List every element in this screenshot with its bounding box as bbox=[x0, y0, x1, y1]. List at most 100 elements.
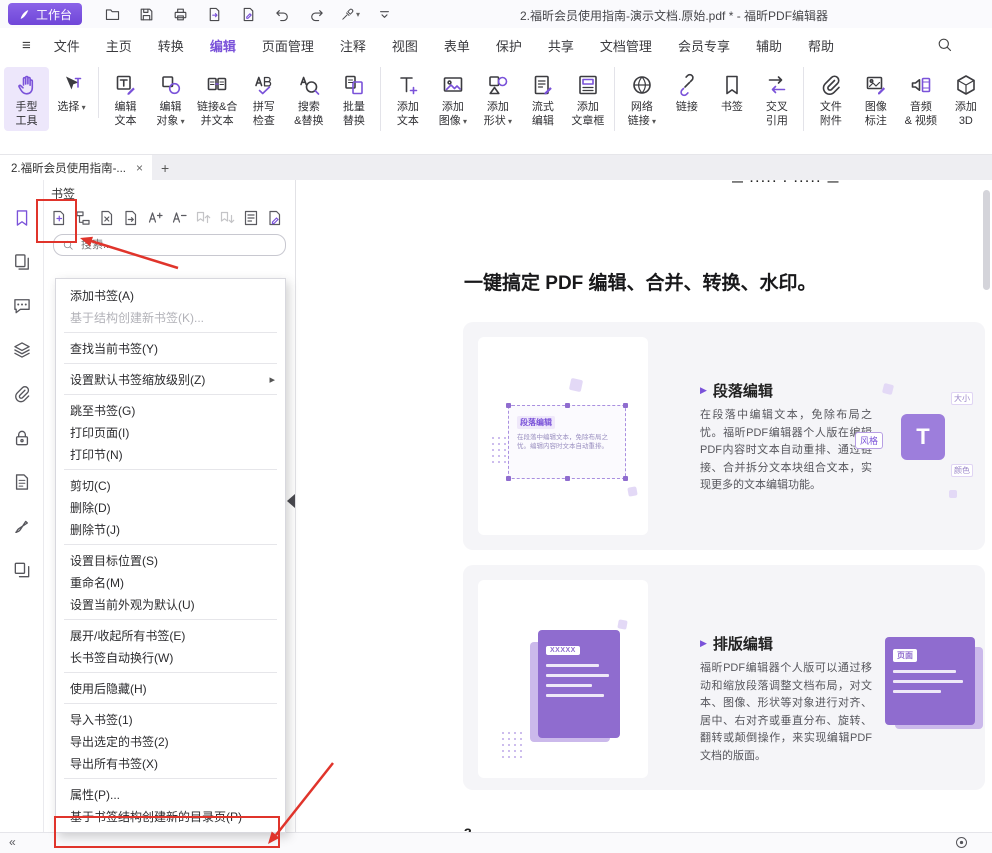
context-menu-item[interactable]: 打印页面(I) bbox=[56, 421, 285, 443]
menu-item[interactable]: 辅助 bbox=[743, 36, 795, 55]
promote-bookmark-icon[interactable] bbox=[194, 209, 212, 227]
menu-item[interactable]: 共享 bbox=[535, 36, 587, 55]
document-shape: XXXXX bbox=[538, 630, 620, 738]
context-menu-item[interactable]: 设置当前外观为默认(U) bbox=[56, 593, 285, 615]
demote-bookmark-icon[interactable] bbox=[218, 209, 236, 227]
file-attachment-button[interactable]: 文件 附件 bbox=[808, 67, 853, 131]
menu-item[interactable]: 页面管理 bbox=[249, 36, 327, 55]
search-icon[interactable] bbox=[936, 36, 954, 54]
open-file-icon[interactable] bbox=[102, 4, 122, 24]
menu-item[interactable]: 转换 bbox=[145, 36, 197, 55]
context-menu-item[interactable]: 属性(P)... bbox=[56, 783, 285, 805]
menu-item[interactable]: 保护 bbox=[483, 36, 535, 55]
print-icon[interactable] bbox=[170, 4, 190, 24]
ribbon-button-icon bbox=[485, 72, 511, 98]
context-menu-item[interactable]: 展开/收起所有书签(E) bbox=[56, 624, 285, 646]
spell-check-button[interactable]: 拼写 检查 bbox=[241, 67, 286, 131]
snapshot-panel-button[interactable] bbox=[12, 560, 32, 580]
context-menu-item[interactable]: 设置默认书签缩放级别(Z) bbox=[56, 368, 285, 390]
hand-tool-button[interactable]: 手型 工具 bbox=[4, 67, 49, 131]
comments-panel-button[interactable] bbox=[12, 296, 32, 316]
articles-panel-button[interactable] bbox=[12, 472, 32, 492]
bookmark-button[interactable]: 书签 bbox=[709, 67, 754, 118]
menu-item[interactable]: 文件 bbox=[41, 36, 93, 55]
square-decoration bbox=[882, 383, 894, 395]
menu-item[interactable]: 帮助 bbox=[795, 36, 847, 55]
workspace-button[interactable]: 工作台 bbox=[8, 3, 82, 25]
feature-card-layout-edit: XXXXX ▶ 排版编辑 福昕PDF编辑器个人版可以通过移动和缩放段落调整文档布… bbox=[463, 565, 985, 790]
context-menu-item[interactable]: 设置目标位置(S) bbox=[56, 549, 285, 571]
add-text-button[interactable]: 添加 文本 bbox=[385, 67, 430, 131]
context-menu-item[interactable]: 跳至书签(G) bbox=[56, 399, 285, 421]
context-menu-item[interactable]: 基于结构创建新书签(K)... bbox=[56, 306, 285, 328]
add-shape-button[interactable]: 添加 形状 bbox=[475, 67, 520, 131]
save-as-icon[interactable] bbox=[238, 4, 258, 24]
format-tool-icon[interactable] bbox=[340, 4, 360, 24]
context-menu-item[interactable]: 剪切(C) bbox=[56, 474, 285, 496]
link-button[interactable]: 链接 bbox=[664, 67, 709, 118]
vertical-scrollbar-thumb[interactable] bbox=[983, 190, 990, 290]
add-article-box-button[interactable]: 添加 文章框 bbox=[565, 67, 615, 131]
context-menu-item[interactable]: 打印节(N) bbox=[56, 443, 285, 465]
edit-object-button[interactable]: 编辑 对象 bbox=[148, 67, 193, 131]
hamburger-menu-icon[interactable]: ≡ bbox=[12, 37, 41, 54]
context-menu-item[interactable]: 删除节(J) bbox=[56, 518, 285, 540]
menu-item[interactable]: 编辑 bbox=[197, 36, 249, 55]
context-menu-item[interactable]: 导入书签(1) bbox=[56, 708, 285, 730]
set-destination-icon[interactable] bbox=[122, 209, 140, 227]
document-tab[interactable]: 2.福昕会员使用指南-... × bbox=[0, 155, 152, 180]
add-image-button[interactable]: 添加 图像 bbox=[430, 67, 475, 131]
bookmark-properties-icon[interactable] bbox=[266, 209, 284, 227]
ribbon-toolbar: 手型 工具 选择 编辑 文本 编辑 对象 链接&合 并文本 拼写 检查 搜索 &… bbox=[0, 62, 992, 155]
context-menu-item[interactable]: 重命名(M) bbox=[56, 571, 285, 593]
menu-item[interactable]: 主页 bbox=[93, 36, 145, 55]
context-menu-item[interactable]: 导出选定的书签(2) bbox=[56, 730, 285, 752]
menu-item[interactable]: 表单 bbox=[431, 36, 483, 55]
context-menu-item[interactable]: 查找当前书签(Y) bbox=[56, 337, 285, 359]
panel-collapse-handle[interactable] bbox=[287, 494, 295, 508]
ribbon-button-icon bbox=[953, 72, 979, 98]
context-menu-item[interactable]: 删除(D) bbox=[56, 496, 285, 518]
select-tool-button[interactable]: 选择 bbox=[49, 67, 99, 118]
bookmarks-panel-button[interactable] bbox=[12, 208, 32, 228]
undo-icon[interactable] bbox=[272, 4, 292, 24]
link-merge-text-button[interactable]: 链接&合 并文本 bbox=[193, 67, 241, 131]
collapse-panel-icon[interactable]: « bbox=[9, 835, 16, 849]
collapse-ribbon-icon[interactable] bbox=[374, 4, 394, 24]
expand-bookmark-icon[interactable] bbox=[146, 209, 164, 227]
menu-item[interactable]: 视图 bbox=[379, 36, 431, 55]
web-link-button[interactable]: 网络 链接 bbox=[619, 67, 664, 131]
new-tab-button[interactable]: + bbox=[152, 155, 178, 180]
batch-replace-button[interactable]: 批量 替换 bbox=[331, 67, 381, 131]
context-menu-item[interactable]: 使用后隐藏(H) bbox=[56, 677, 285, 699]
audio-video-button[interactable]: 音频 & 视频 bbox=[898, 67, 943, 131]
collapse-bookmark-icon[interactable] bbox=[170, 209, 188, 227]
ribbon-button-label: 图像 标注 bbox=[865, 101, 887, 128]
save-icon[interactable] bbox=[136, 4, 156, 24]
image-annotation-button[interactable]: 图像 标注 bbox=[853, 67, 898, 131]
pages-panel-button[interactable] bbox=[12, 252, 32, 272]
context-menu-item[interactable]: 导出所有书签(X) bbox=[56, 752, 285, 774]
signature-panel-button[interactable] bbox=[12, 516, 32, 536]
attachments-panel-button[interactable] bbox=[12, 384, 32, 404]
tab-close-icon[interactable]: × bbox=[136, 161, 143, 175]
add-3d-button[interactable]: 添加 3D bbox=[943, 67, 988, 131]
toc-page-icon[interactable] bbox=[242, 209, 260, 227]
cross-reference-button[interactable]: 交叉 引用 bbox=[754, 67, 804, 131]
redo-icon[interactable] bbox=[306, 4, 326, 24]
menu-item[interactable]: 文档管理 bbox=[587, 36, 665, 55]
delete-bookmark-icon[interactable] bbox=[98, 209, 116, 227]
flow-edit-button[interactable]: 流式 编辑 bbox=[520, 67, 565, 131]
export-file-icon[interactable] bbox=[204, 4, 224, 24]
search-replace-button[interactable]: 搜索 &替换 bbox=[286, 67, 331, 131]
bookmark-search-input[interactable] bbox=[79, 238, 277, 252]
context-menu-item[interactable]: 长书签自动换行(W) bbox=[56, 646, 285, 668]
security-panel-button[interactable] bbox=[12, 428, 32, 448]
edit-text-button[interactable]: 编辑 文本 bbox=[103, 67, 148, 131]
ribbon-button-icon bbox=[395, 72, 421, 98]
context-menu-item[interactable]: 添加书签(A) bbox=[56, 284, 285, 306]
view-mode-icon[interactable] bbox=[954, 835, 970, 851]
menu-item[interactable]: 会员专享 bbox=[665, 36, 743, 55]
menu-item[interactable]: 注释 bbox=[327, 36, 379, 55]
layers-panel-button[interactable] bbox=[12, 340, 32, 360]
